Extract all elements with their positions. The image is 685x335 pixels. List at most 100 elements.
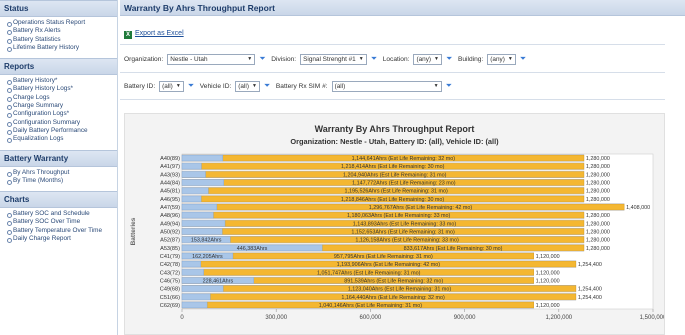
filter-icon[interactable]: ⏷ [446,82,454,90]
sidebar-item[interactable]: By Ahrs Throughput [6,169,117,177]
sidebar-item[interactable]: Battery SOC Over Time [6,218,117,227]
export-excel-link[interactable]: X Export as Excel [124,30,184,39]
x-tick-label: 0 [180,315,184,321]
total-label: 1,280,000 [586,156,610,162]
battery-id-value: (all) [162,82,173,90]
remaining-label: 891,539Ahrs (Est Life Remaining: 32 mo) [344,278,443,284]
remaining-label: 1,152,653Ahrs (Est Life Remaining: 31 mo… [351,230,455,236]
location-label: Location: [382,55,410,63]
sidebar-item[interactable]: Battery SOC and Schedule [6,210,117,219]
sidebar-list: Battery History* Battery History Logs* Cha… [0,75,117,145]
used-bar [181,301,208,308]
sidebar-item[interactable]: Configuration Summary [6,119,117,127]
building-select[interactable]: (any) ▼ [487,53,516,65]
x-tick-label: 1,500,000 [640,315,664,321]
filter-icon[interactable]: ⏷ [371,55,379,63]
organization-label: Organization: [124,55,164,63]
sidebar-item[interactable]: By Time (Months) [6,177,117,186]
total-label: 1,408,000 [626,205,650,211]
used-bar [181,220,226,227]
filter-icon[interactable]: ⏷ [259,55,267,63]
divider [120,44,665,45]
filter-icon[interactable]: ⏷ [188,82,196,90]
used-bar [181,228,223,235]
x-tick-label: 900,000 [454,315,476,321]
total-label: 1,280,000 [586,213,610,219]
used-bar [181,212,214,219]
category-label: A53(85) [160,246,180,252]
division-label: Division: [271,55,297,63]
chevron-down-icon: ▼ [434,56,439,62]
sidebar-item[interactable]: Equalization Logs [6,135,117,144]
sidebar-item[interactable]: Battery Statistics [6,36,117,44]
used-label: 153,842Ahrs [191,238,222,244]
total-label: 1,120,000 [536,270,560,276]
remaining-label: 1,218,414Ahrs (Est Life Remaining: 30 mo… [341,164,445,170]
total-label: 1,280,000 [586,172,610,178]
chevron-down-icon: ▼ [507,56,513,62]
page-title: Warranty By Ahrs Throughput Report [120,0,685,16]
category-label: C43(72) [160,270,180,276]
category-label: C49(68) [160,287,180,293]
used-label: 162,205Ahrs [192,254,223,260]
used-bar [181,163,202,170]
location-select[interactable]: (any) ▼ [413,53,442,65]
category-label: A46(95) [160,197,180,203]
organization-select[interactable]: Nestle - Utah ▼ [167,53,256,65]
sidebar-item[interactable]: Lifetime Battery History [6,44,117,53]
sidebar-item[interactable]: Daily Charge Report [6,235,117,244]
y-axis-title: Batteries [130,217,137,245]
category-label: A45(81) [160,189,180,195]
filter-icon[interactable]: ⏷ [264,82,272,90]
sidebar-item[interactable]: Battery Temperature Over Time [6,227,117,236]
filter-icon[interactable]: ⏷ [520,55,528,63]
remaining-label: 1,144,641Ahrs (Est Life Remaining: 32 mo… [352,156,456,162]
total-label: 1,280,000 [586,189,610,195]
category-label: A50(92) [160,230,180,236]
remaining-label: 1,204,940Ahrs (Est Life Remaining: 31 mo… [343,172,447,178]
category-label: C46(75) [160,278,180,284]
remaining-label: 1,195,526Ahrs (Est Life Remaining: 31 mo… [344,189,448,195]
vehicle-id-select[interactable]: (all) ▼ [235,80,260,92]
sidebar-section-header: Status [0,0,117,17]
sidebar-item[interactable]: Charge Logs [6,94,117,103]
sidebar-item[interactable]: Configuration Logs* [6,110,117,119]
sidebar-item[interactable]: Battery History Logs* [6,85,117,94]
total-label: 1,254,400 [578,287,602,293]
used-label: 228,461Ahrs [203,278,234,284]
remaining-label: 1,143,893Ahrs (Est Life Remaining: 33 mo… [353,221,457,227]
sidebar-item[interactable]: Daily Battery Performance [6,127,117,136]
export-label: Export as Excel [135,30,184,37]
location-value: (any) [416,55,432,63]
total-label: 1,120,000 [536,303,560,309]
rx-sim-select[interactable]: (all) ▼ [331,80,442,92]
total-label: 1,280,000 [586,221,610,227]
remaining-label: 833,617Ahrs (Est Life Remaining: 30 mo) [404,246,503,252]
vehicle-id-label: Vehicle ID: [199,82,232,90]
total-label: 1,254,400 [578,262,602,268]
remaining-label: 1,193,906Ahrs (Est Life Remaining: 42 mo… [337,262,441,268]
building-label: Building: [457,55,484,63]
rx-sim-value: (all) [334,82,346,90]
total-label: 1,280,000 [586,230,610,236]
division-select[interactable]: Signal Strenght #1 ▼ [300,53,367,65]
used-bar [181,285,224,292]
building-value: (any) [490,55,505,63]
chevron-down-icon: ▼ [251,83,257,89]
sidebar-list: Battery SOC and Schedule Battery SOC Over… [0,208,117,245]
sidebar-item[interactable]: Battery Rx Alerts [6,27,117,36]
sidebar-item[interactable]: Battery History* [6,77,117,86]
sidebar-item[interactable]: Charge Summary [6,102,117,111]
remaining-label: 1,296,767Ahrs (Est Life Remaining: 42 mo… [369,205,473,211]
used-bar [181,179,224,186]
filter-icon[interactable]: ⏷ [446,55,454,63]
sidebar-section-header: Reports [0,58,117,76]
main-panel: Warranty By Ahrs Throughput Report X Expo… [120,0,685,335]
remaining-label: 1,051,747Ahrs (Est Life Remaining: 31 mo… [317,270,421,276]
filter-row-1: Organization: Nestle - Utah ▼ ⏷ Division:… [124,52,664,66]
divider [120,72,665,73]
sidebar-item[interactable]: Operations Status Report [6,19,117,28]
remaining-label: 1,147,772Ahrs (Est Life Remaining: 23 mo… [352,181,456,187]
category-label: C62(69) [160,303,180,309]
battery-id-select[interactable]: (all) ▼ [159,80,184,92]
